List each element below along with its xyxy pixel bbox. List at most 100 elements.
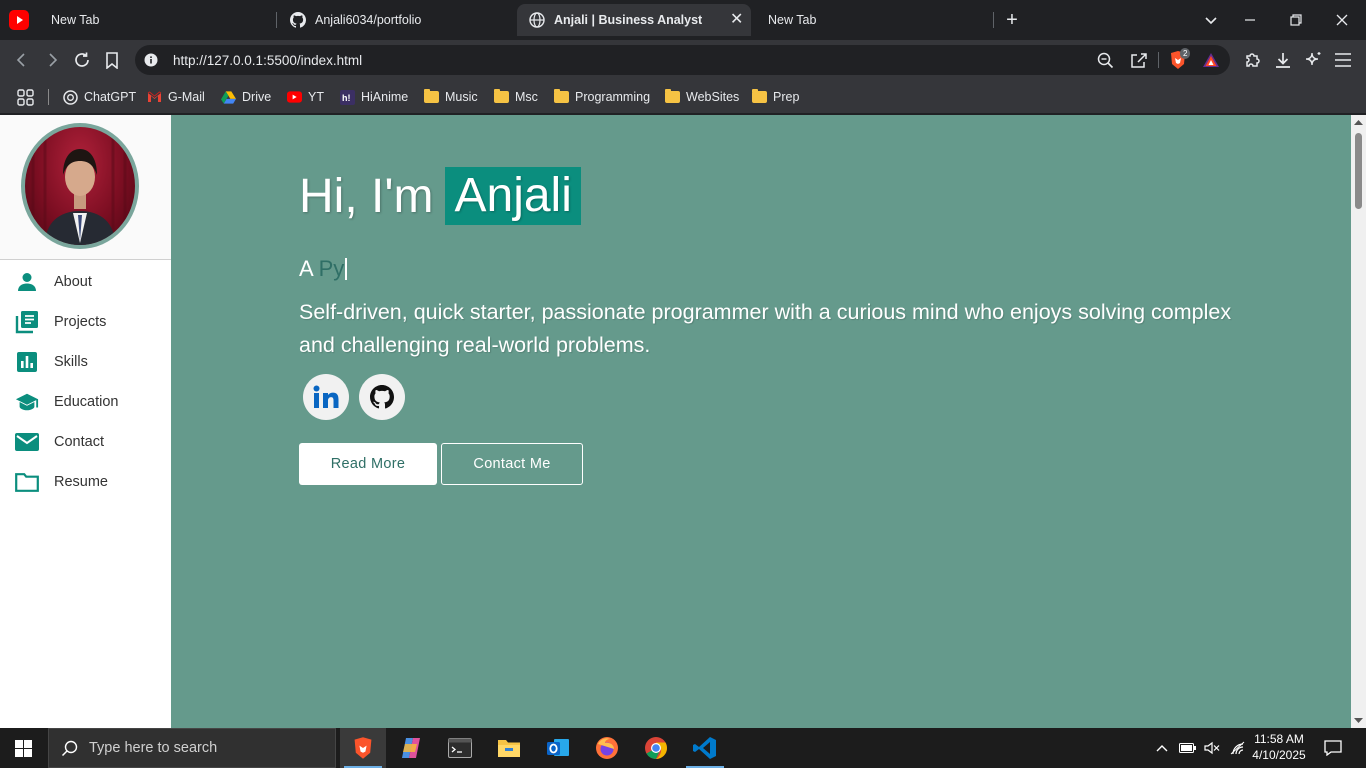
hamburger-icon [1335, 53, 1351, 67]
globe-icon [529, 12, 545, 28]
volume-muted-icon [1204, 741, 1220, 755]
search-icon [61, 740, 78, 757]
profile-photo [21, 123, 139, 249]
bookmark-drive[interactable]: Drive [221, 88, 271, 106]
bookmark-folder-programming[interactable]: Programming [554, 88, 650, 106]
nav-item-resume[interactable]: Resume [0, 462, 171, 502]
taskbar-firefox[interactable] [584, 728, 630, 768]
apps-grid-icon [17, 88, 34, 106]
graduation-cap-icon [15, 390, 39, 414]
bookmark-chatgpt[interactable]: ChatGPT [63, 88, 136, 106]
restore-button[interactable] [1273, 0, 1319, 40]
downloads-button[interactable] [1271, 48, 1295, 72]
drive-icon [221, 90, 236, 105]
youtube-icon[interactable] [9, 10, 29, 30]
windows-icon [14, 739, 32, 757]
linkedin-button[interactable] [303, 374, 349, 420]
taskbar-brave[interactable] [340, 728, 386, 768]
taskbar-chrome[interactable] [633, 728, 679, 768]
bookmark-folder-websites[interactable]: WebSites [665, 88, 739, 106]
url-text[interactable]: http://127.0.0.1:5500/index.html [173, 53, 362, 68]
share-icon[interactable] [1129, 50, 1149, 70]
apps-button[interactable] [17, 88, 34, 106]
zoom-icon[interactable] [1095, 50, 1115, 70]
windows-taskbar: Type here to search 11:58 AM 4/10/2025 [0, 728, 1366, 768]
minimize-button[interactable] [1227, 0, 1273, 40]
bookmark-button[interactable] [100, 48, 124, 72]
forward-button[interactable] [40, 48, 64, 72]
folder-icon [665, 89, 680, 105]
tab-anjali-business-analyst[interactable]: Anjali | Business Analyst ✕ [517, 4, 751, 36]
notifications-button[interactable] [1318, 728, 1348, 768]
scroll-down-icon[interactable] [1354, 718, 1363, 724]
nav-item-skills[interactable]: Skills [0, 342, 171, 382]
close-window-button[interactable] [1319, 0, 1365, 40]
taskbar-terminal[interactable] [437, 728, 483, 768]
bookmark-hianime[interactable]: h! HiAnime [340, 88, 408, 106]
copilot-icon [402, 738, 420, 758]
network-button[interactable] [1226, 728, 1250, 768]
nav-item-about[interactable]: About [0, 262, 171, 302]
back-button[interactable] [10, 48, 34, 72]
brave-shields-icon[interactable]: 2 [1168, 48, 1191, 70]
github-icon [370, 385, 394, 409]
scroll-up-icon[interactable] [1354, 119, 1363, 125]
bookmark-folder-msc[interactable]: Msc [494, 88, 538, 106]
clock-date: 4/10/2025 [1252, 748, 1306, 762]
nav-item-projects[interactable]: Projects [0, 302, 171, 342]
address-bar[interactable]: http://127.0.0.1:5500/index.html 2 [135, 45, 1230, 75]
page-scrollbar[interactable] [1351, 115, 1366, 728]
taskbar-outlook[interactable] [535, 728, 581, 768]
hero-description: Self-driven, quick starter, passionate p… [299, 300, 1232, 357]
bookmark-folder-prep[interactable]: Prep [752, 88, 799, 106]
youtube-icon [287, 90, 302, 105]
github-button[interactable] [359, 374, 405, 420]
battery-button[interactable] [1176, 728, 1200, 768]
leo-ai-button[interactable] [1301, 48, 1325, 72]
menu-button[interactable] [1331, 48, 1355, 72]
close-tab-icon[interactable]: ✕ [730, 9, 743, 29]
taskbar-copilot[interactable] [388, 728, 434, 768]
restore-icon [1290, 14, 1302, 26]
show-hidden-icons-button[interactable] [1150, 728, 1174, 768]
info-icon[interactable] [144, 53, 158, 67]
volume-button[interactable] [1200, 728, 1224, 768]
brave-rewards-icon[interactable] [1201, 50, 1221, 70]
vscode-icon [693, 737, 716, 759]
read-more-button[interactable]: Read More [299, 443, 437, 485]
svg-text:h!: h! [342, 93, 351, 103]
outlook-icon [547, 739, 569, 756]
bookmark-yt[interactable]: YT [287, 88, 324, 106]
bookmark-gmail[interactable]: G-Mail [147, 88, 205, 106]
download-icon [1276, 53, 1290, 68]
firefox-icon [596, 737, 618, 759]
hero-title: Hi, I'm Anjali [299, 167, 581, 225]
tab-github-portfolio[interactable]: Anjali6034/portfolio [280, 0, 510, 40]
taskbar-search[interactable]: Type here to search [48, 728, 336, 768]
clock[interactable]: 11:58 AM 4/10/2025 [1249, 731, 1309, 763]
scrollbar-thumb[interactable] [1355, 133, 1362, 209]
wifi-icon [1230, 741, 1245, 755]
tab-new-tab-2[interactable]: New Tab [757, 0, 987, 40]
taskbar-vscode[interactable] [682, 728, 728, 768]
nav-item-education[interactable]: Education [0, 382, 171, 422]
chevron-down-icon [1205, 17, 1217, 25]
reload-button[interactable] [70, 48, 94, 72]
nav-item-contact[interactable]: Contact [0, 422, 171, 462]
profile-header [0, 115, 171, 260]
start-button[interactable] [0, 728, 46, 768]
clock-time: 11:58 AM [1254, 732, 1304, 746]
extensions-button[interactable] [1241, 48, 1265, 72]
sparkle-icon [1305, 52, 1321, 66]
puzzle-icon [1246, 53, 1260, 67]
reload-icon [75, 52, 89, 67]
folder-icon [494, 89, 509, 105]
taskbar-file-explorer[interactable] [486, 728, 532, 768]
person-icon [15, 270, 39, 294]
minimize-icon [1245, 19, 1255, 21]
bookmark-folder-music[interactable]: Music [424, 88, 478, 106]
contact-me-button[interactable]: Contact Me [441, 443, 583, 485]
tab-new-tab-1[interactable]: New Tab [40, 0, 270, 40]
new-tab-button[interactable]: + [989, 0, 1035, 40]
hero-section: Hi, I'm Anjali A Py Self-driven, quick s… [171, 115, 1351, 728]
